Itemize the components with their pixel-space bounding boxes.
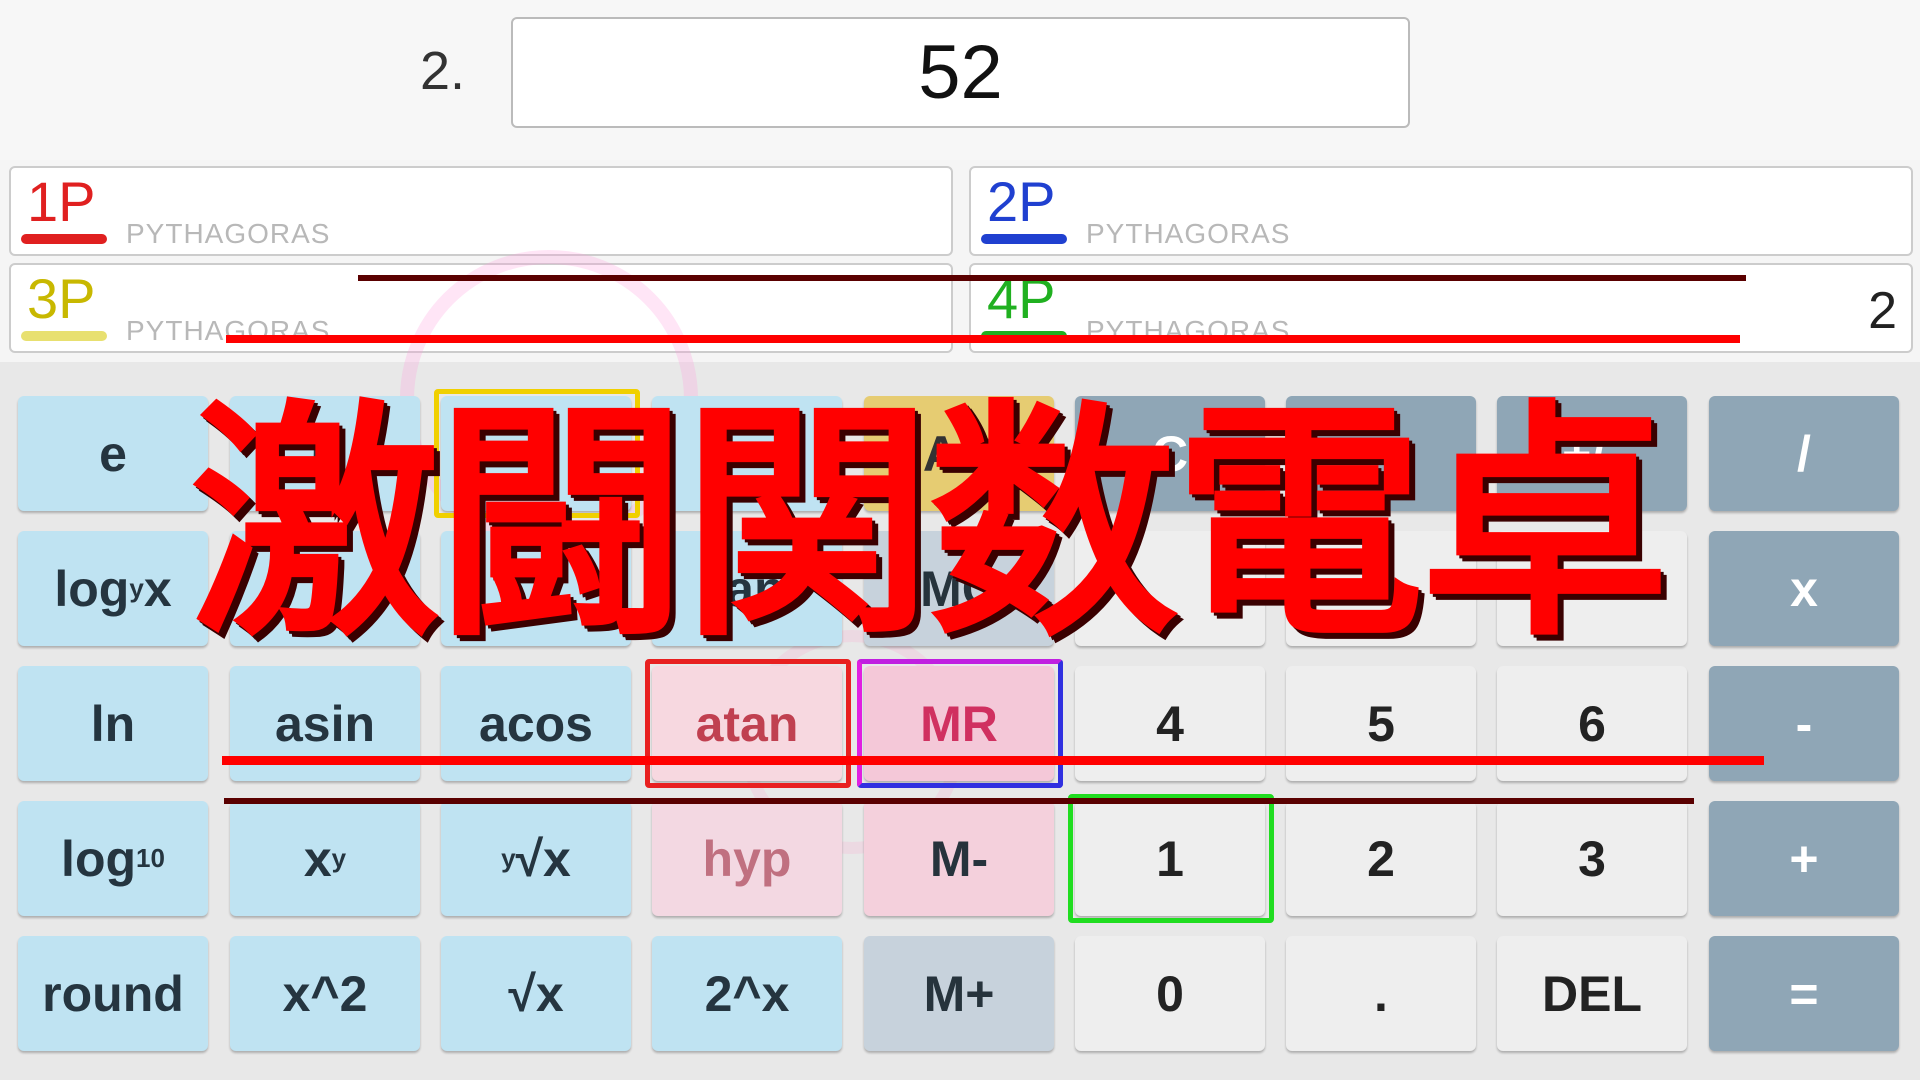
- key-log-base: y: [129, 573, 144, 603]
- key-2-pow-x[interactable]: 2^x: [652, 936, 842, 1051]
- player-1-panel: 1P PYTHAGORAS: [9, 166, 953, 256]
- title-line-red-top: [226, 335, 1740, 343]
- key-log-arg: x: [143, 560, 172, 617]
- key-eq-label: =: [1789, 965, 1819, 1022]
- player-3-tag: 3P: [27, 267, 96, 330]
- key-5-label: 5: [1367, 695, 1395, 752]
- key-add[interactable]: +: [1709, 801, 1899, 916]
- player-4-score: 2: [1868, 282, 1897, 340]
- key-xy-base: x: [303, 830, 332, 887]
- player-2-name: PYTHAGORAS: [1086, 218, 1291, 249]
- player-2-selection-frame: [857, 659, 1063, 788]
- title-line-dark-bottom: [224, 798, 1694, 804]
- key-x-squared[interactable]: x^2: [230, 936, 420, 1051]
- key-6-label: 6: [1578, 695, 1606, 752]
- key-hyp[interactable]: hyp: [652, 801, 842, 916]
- question-number: 2.: [420, 41, 466, 101]
- key-y-root-x[interactable]: y √x: [441, 801, 631, 916]
- key-0-label: 0: [1156, 965, 1184, 1022]
- key-pow2-label: 2^x: [704, 965, 790, 1022]
- key-4-label: 4: [1156, 695, 1184, 752]
- key-mminus-label: M-: [929, 830, 989, 887]
- key-add-label: +: [1789, 830, 1819, 887]
- player-2-tag: 2P: [987, 170, 1056, 233]
- key-sub-label: -: [1795, 695, 1813, 752]
- key-e[interactable]: e: [18, 396, 208, 511]
- key-0[interactable]: 0: [1075, 936, 1265, 1051]
- key-yroot-index: y: [501, 843, 516, 873]
- key-yroot-label: √x: [515, 830, 571, 887]
- key-dot-label: .: [1374, 965, 1388, 1022]
- game-title: 激闘関数電卓: [190, 379, 1670, 670]
- title-line-red-bottom: [222, 756, 1764, 765]
- question-bar: 2. 52: [0, 0, 1920, 160]
- key-log-label: log: [54, 560, 130, 617]
- key-sqrt[interactable]: √x: [441, 936, 631, 1051]
- key-equals[interactable]: =: [1709, 936, 1899, 1051]
- key-decimal[interactable]: .: [1286, 936, 1476, 1051]
- key-multiply[interactable]: x: [1709, 531, 1899, 646]
- key-log10-base: 10: [136, 843, 165, 873]
- key-xy-exp: y: [331, 843, 347, 873]
- key-2[interactable]: 2: [1286, 801, 1476, 916]
- player-2-color-bar: [981, 234, 1067, 244]
- key-log10[interactable]: log 10: [18, 801, 208, 916]
- key-x-pow-y[interactable]: xy: [230, 801, 420, 916]
- key-del[interactable]: DEL: [1497, 936, 1687, 1051]
- key-div-label: /: [1797, 425, 1811, 482]
- answer-display: 52: [511, 17, 1410, 128]
- key-del-label: DEL: [1542, 965, 1642, 1022]
- title-line-dark-top: [358, 275, 1746, 281]
- key-3[interactable]: 3: [1497, 801, 1687, 916]
- key-x2-label: x^2: [282, 965, 368, 1022]
- key-m-minus[interactable]: M-: [864, 801, 1054, 916]
- key-mplus-label: M+: [923, 965, 995, 1022]
- player-1-name: PYTHAGORAS: [126, 218, 331, 249]
- key-round[interactable]: round: [18, 936, 208, 1051]
- player-3-color-bar: [21, 331, 107, 341]
- player-1-color-bar: [21, 234, 107, 244]
- key-3-label: 3: [1578, 830, 1606, 887]
- key-sqrt-label: √x: [508, 965, 564, 1022]
- key-hyp-label: hyp: [702, 830, 792, 887]
- key-divide[interactable]: /: [1709, 396, 1899, 511]
- key-log-y-x[interactable]: log y x: [18, 531, 208, 646]
- player-1-tag: 1P: [27, 170, 96, 233]
- key-round-label: round: [42, 965, 184, 1022]
- key-acos-label: acos: [479, 695, 593, 752]
- key-mul-label: x: [1790, 560, 1818, 617]
- key-log10-label: log: [61, 830, 137, 887]
- player-4-selection-frame: [1068, 794, 1274, 923]
- key-ln-label: ln: [90, 695, 136, 752]
- key-ln[interactable]: ln: [18, 666, 208, 781]
- key-e-label: e: [99, 425, 127, 482]
- key-2-label: 2: [1367, 830, 1395, 887]
- player-2-panel: 2P PYTHAGORAS: [969, 166, 1913, 256]
- key-asin-label: asin: [274, 695, 376, 752]
- key-m-plus[interactable]: M+: [864, 936, 1054, 1051]
- player-1-selection-frame: [645, 659, 851, 788]
